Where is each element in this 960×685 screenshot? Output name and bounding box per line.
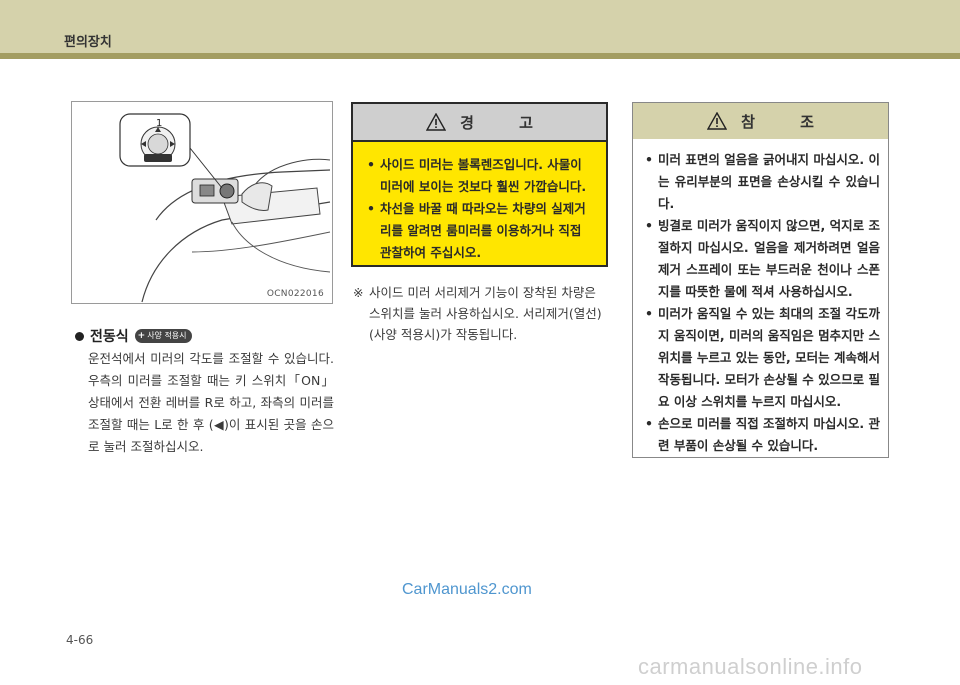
- section-body: 운전석에서 미러의 각도를 조절할 수 있습니다. 우측의 미러를 조절할 때는…: [88, 351, 334, 454]
- warning-title: 경 고: [460, 113, 553, 132]
- header-title: 편의장치: [64, 35, 112, 50]
- plus-icon: +: [137, 331, 146, 341]
- reference-item: 빙결로 미러가 움직이지 않으면, 억지로 조절하지 마십시오. 얼음을 제거하…: [645, 215, 880, 303]
- warning-header: 경 고: [353, 104, 606, 142]
- page-header: 편의장치: [0, 0, 960, 53]
- reference-title: 참 조: [741, 112, 834, 131]
- warning-triangle-icon: [426, 113, 447, 131]
- callout-number: 1: [156, 118, 162, 129]
- watermark-link[interactable]: CarManuals2.com: [402, 581, 532, 599]
- option-badge-label: 사양 적용시: [147, 331, 187, 340]
- section-heading: 전동식 + 사양 적용시: [75, 326, 192, 346]
- reference-item: 미러 표면의 얼음을 긁어내지 마십시오. 이는 유리부분의 표면을 손상시킬 …: [645, 149, 880, 215]
- option-badge: + 사양 적용시: [134, 329, 192, 343]
- note-text: 사이드 미러 서리제거 기능이 장착된 차량은 스위치를 눌러 사용하십시오. …: [369, 285, 602, 342]
- section-title: 전동식: [90, 329, 129, 345]
- warning-box: 경 고 사이드 미러는 볼록렌즈입니다. 사물이 미러에 보이는 것보다 훨씬 …: [351, 102, 608, 267]
- footer-watermark: carmanualsonline.info: [638, 654, 863, 679]
- bullet-dot-icon: [75, 331, 84, 341]
- reference-item: 미러가 움직일 수 있는 최대의 조절 각도까지 움직이면, 미러의 움직임은 …: [645, 303, 880, 413]
- defroster-note: ※ 사이드 미러 서리제거 기능이 장착된 차량은 스위치를 눌러 사용하십시오…: [353, 282, 608, 345]
- mirror-switch-figure: 1 OCN022016: [71, 101, 333, 304]
- reference-list: 미러 표면의 얼음을 긁어내지 마십시오. 이는 유리부분의 표면을 손상시킬 …: [633, 139, 888, 457]
- reference-header: 참 조: [633, 103, 888, 139]
- page-number: 4-66: [66, 633, 94, 647]
- reference-item: 손으로 미러를 직접 조절하지 마십시오. 관련 부품이 손상될 수 있습니다.: [645, 413, 880, 457]
- warning-item: 사이드 미러는 볼록렌즈입니다. 사물이 미러에 보이는 것보다 훨씬 가깝습니…: [367, 154, 596, 198]
- warning-list: 사이드 미러는 볼록렌즈입니다. 사물이 미러에 보이는 것보다 훨씬 가깝습니…: [353, 142, 606, 264]
- door-panel-illustration: 1: [119, 113, 331, 303]
- caution-triangle-icon: [707, 112, 728, 130]
- reference-box: 참 조 미러 표면의 얼음을 긁어내지 마십시오. 이는 유리부분의 표면을 손…: [632, 102, 889, 458]
- warning-item: 차선을 바꿀 때 따라오는 차량의 실제거리를 알려면 룸미러를 이용하거나 직…: [367, 198, 596, 264]
- note-mark: ※: [353, 285, 364, 300]
- figure-code: OCN022016: [266, 289, 324, 299]
- header-rule: [0, 53, 960, 59]
